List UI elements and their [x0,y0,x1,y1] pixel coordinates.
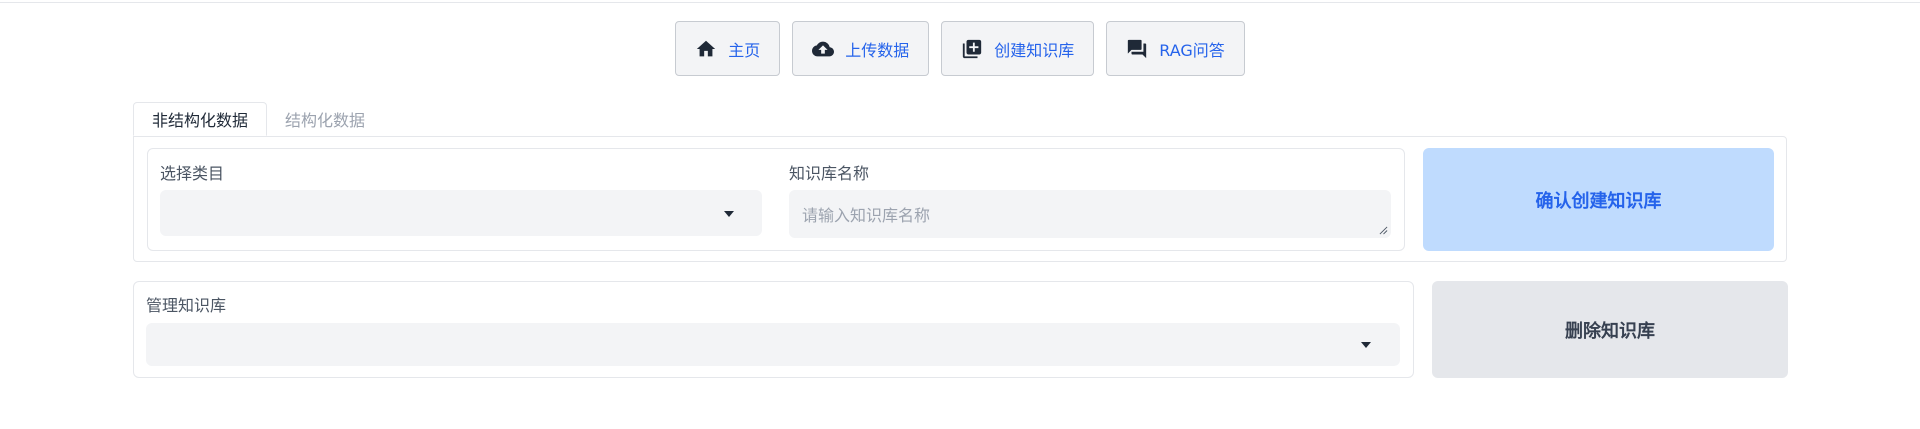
resize-handle-icon[interactable] [1379,226,1388,235]
kb-name-placeholder: 请输入知识库名称 [802,206,931,225]
category-select[interactable] [160,190,762,236]
nav-rag-qa-button[interactable]: RAG问答 [1106,21,1245,76]
chevron-down-icon [724,211,734,217]
library-add-icon [961,38,983,60]
home-icon [695,38,717,60]
data-type-tabs: 非结构化数据 结构化数据 [133,102,383,136]
top-nav: 主页 上传数据 创建知识库 RAG问答 [0,21,1920,76]
manage-kb-label: 管理知识库 [146,296,227,315]
kb-name-label: 知识库名称 [789,164,870,183]
manage-kb-select[interactable] [146,323,1400,366]
category-label: 选择类目 [160,164,225,183]
nav-create-kb-button[interactable]: 创建知识库 [941,21,1095,76]
forum-icon [1126,38,1148,60]
chevron-down-icon [1361,342,1371,348]
tab-unstructured[interactable]: 非结构化数据 [133,102,268,136]
nav-home-label: 主页 [728,40,761,60]
nav-upload-button[interactable]: 上传数据 [792,21,930,76]
nav-upload-label: 上传数据 [845,40,910,60]
nav-rag-qa-label: RAG问答 [1159,40,1225,60]
top-divider [0,2,1920,3]
tab-structured[interactable]: 结构化数据 [267,102,383,136]
delete-kb-button[interactable]: 删除知识库 [1432,281,1788,378]
cloud-upload-icon [812,38,835,60]
nav-create-kb-label: 创建知识库 [994,40,1075,60]
kb-name-input[interactable]: 请输入知识库名称 [789,190,1391,238]
confirm-create-kb-button[interactable]: 确认创建知识库 [1423,148,1774,251]
nav-home-button[interactable]: 主页 [675,21,781,76]
